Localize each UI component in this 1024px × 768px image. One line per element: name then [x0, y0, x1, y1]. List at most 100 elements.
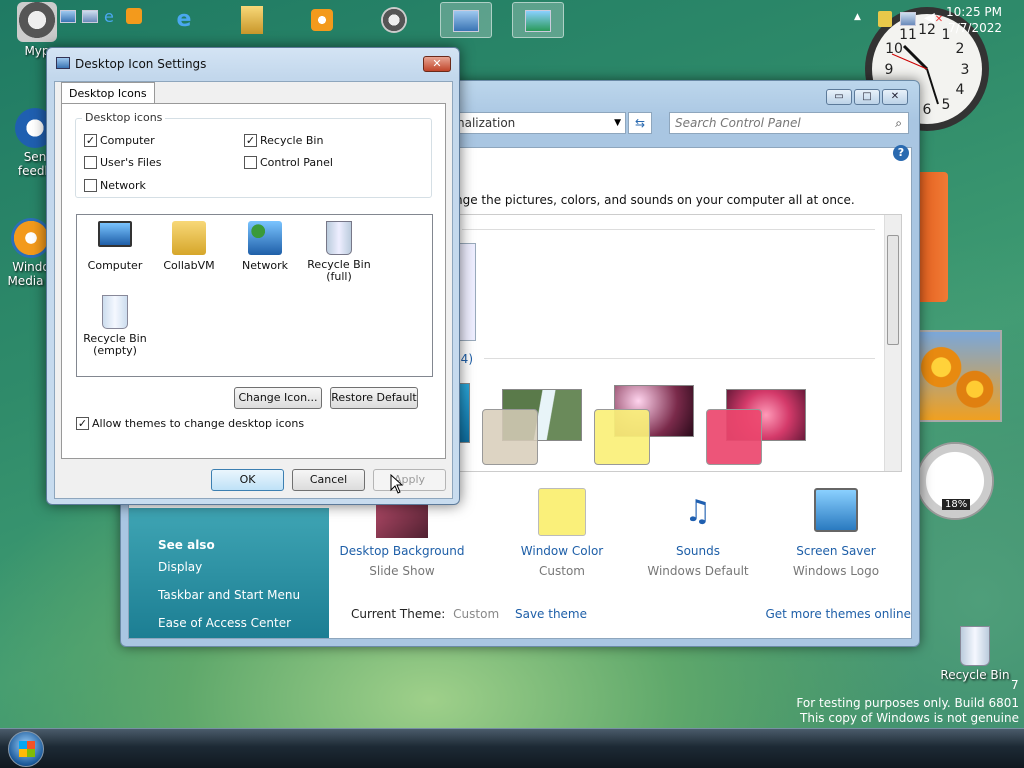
desktop-icon-recycle-bin[interactable]: Recycle Bin	[940, 626, 1010, 682]
refresh-button[interactable]: ⇆	[628, 112, 652, 134]
recycle-bin-full-icon	[326, 221, 352, 255]
cpu-meter-gadget[interactable]: 18%	[916, 442, 994, 520]
apply-button[interactable]: Apply	[373, 469, 446, 491]
taskbar-clock[interactable]: 10:25 PM 7/7/2022	[946, 4, 1002, 36]
tray-network-icon[interactable]	[900, 12, 916, 26]
clock-number-11: 11	[899, 27, 917, 43]
see-also-heading: See also	[158, 538, 215, 552]
close-button[interactable]: ✕	[882, 89, 908, 105]
show-hidden-icons-icon[interactable]: ▲	[854, 12, 861, 22]
save-theme-link[interactable]: Save theme	[515, 607, 587, 621]
taskbar-ie-icon[interactable]: e	[162, 2, 206, 38]
change-icon-button[interactable]: Change Icon...	[234, 387, 322, 409]
maximize-button[interactable]: □	[854, 89, 880, 105]
quicklaunch-show-desktop-icon[interactable]	[60, 10, 76, 23]
screen-saver-item[interactable]: Screen Saver Windows Logo	[771, 488, 901, 578]
clock-number-6: 6	[923, 102, 932, 118]
checkbox-unchecked-icon	[84, 156, 97, 169]
dialog-close-button[interactable]: ✕	[423, 56, 451, 72]
clock-number-2: 2	[956, 41, 965, 57]
computer-checkbox[interactable]: ✓ Computer	[84, 134, 155, 147]
quicklaunch-ie-icon[interactable]: e	[104, 7, 114, 26]
see-also-taskbar-link[interactable]: Taskbar and Start Menu	[158, 588, 329, 602]
windows-logo-icon	[19, 741, 35, 757]
intro-text: nge the pictures, colors, and sounds on …	[455, 193, 855, 207]
theme-swatch-1[interactable]	[482, 409, 538, 465]
theme-swatch-3[interactable]	[706, 409, 762, 465]
tray-security-icon[interactable]	[878, 11, 892, 27]
tray-volume-icon[interactable]: ◀✕	[924, 10, 943, 26]
divider	[462, 229, 875, 230]
recycle-bin-icon	[960, 626, 990, 666]
cancel-button[interactable]: Cancel	[292, 469, 365, 491]
checkbox-checked-icon: ✓	[244, 134, 257, 147]
theme-list: (4)	[455, 214, 902, 472]
quicklaunch-media-player-icon[interactable]	[126, 8, 142, 24]
raccoon-icon	[17, 2, 57, 42]
taskbar-explorer-icon[interactable]	[230, 2, 274, 38]
list-item-computer[interactable]: Computer	[79, 221, 151, 272]
user-folder-icon	[172, 221, 206, 255]
theme-swatch-2[interactable]	[594, 409, 650, 465]
recycle-bin-empty-icon	[102, 295, 128, 329]
current-theme-row: Current Theme: Custom Save theme Get mor…	[351, 607, 911, 621]
desktop-icons-group-label: Desktop icons	[82, 111, 166, 124]
list-item-network[interactable]: Network	[229, 221, 301, 272]
list-item-collabvm[interactable]: CollabVM	[153, 221, 225, 272]
desktop-watermark-number: 7	[1011, 678, 1019, 692]
list-item-recycle-bin-empty[interactable]: Recycle Bin (empty)	[79, 295, 151, 357]
clock-number-3: 3	[961, 62, 970, 78]
desktop-watermark: For testing purposes only. Build 6801 Th…	[796, 696, 1019, 725]
search-icon[interactable]: ⌕	[895, 113, 902, 133]
users-files-checkbox[interactable]: User's Files	[84, 156, 161, 169]
computer-icon	[98, 221, 132, 247]
icon-list: Computer CollabVM Network Recycle Bin (f…	[76, 214, 433, 377]
search-input[interactable]: Search Control Panel ⌕	[669, 112, 909, 134]
mouse-pointer-icon	[390, 474, 404, 494]
dialog-title: Desktop Icon Settings	[75, 57, 207, 71]
window-color-item[interactable]: Window Color Custom	[497, 488, 627, 578]
start-button[interactable]	[8, 731, 44, 767]
network-checkbox[interactable]: Network	[84, 179, 146, 192]
taskbar-media-player-icon[interactable]	[300, 2, 344, 38]
control-panel-checkbox[interactable]: Control Panel	[244, 156, 333, 169]
dropdown-arrow-icon[interactable]: ▼	[614, 113, 621, 133]
slideshow-gadget[interactable]	[914, 330, 1002, 422]
media-player-icon	[11, 218, 51, 258]
scrollbar[interactable]	[884, 215, 901, 471]
address-bar[interactable]: nalization ▼	[451, 112, 626, 134]
desktop-icon-settings-dialog: Desktop Icon Settings ✕ Desktop Icons De…	[46, 47, 460, 505]
restore-default-button[interactable]: Restore Default	[330, 387, 418, 409]
help-icon[interactable]: ?	[893, 145, 909, 161]
checkbox-checked-icon: ✓	[84, 134, 97, 147]
checkbox-unchecked-icon	[84, 179, 97, 192]
checkbox-checked-icon: ✓	[76, 417, 89, 430]
clock-number-9: 9	[885, 62, 894, 78]
minimize-button[interactable]: ▭	[826, 89, 852, 105]
taskbar-desktop-icon-settings[interactable]	[440, 2, 492, 38]
clock-number-5: 5	[942, 97, 951, 113]
see-also-ease-link[interactable]: Ease of Access Center	[158, 616, 329, 630]
clock-number-4: 4	[956, 82, 965, 98]
checkbox-unchecked-icon	[244, 156, 257, 169]
see-also-panel: See also Display Taskbar and Start Menu …	[129, 508, 329, 638]
list-item-recycle-bin-full[interactable]: Recycle Bin (full)	[303, 221, 375, 283]
allow-themes-checkbox[interactable]: ✓ Allow themes to change desktop icons	[76, 417, 304, 430]
taskbar-raccoon-icon[interactable]	[372, 2, 416, 38]
see-also-display-link[interactable]: Display	[158, 560, 329, 574]
sounds-item[interactable]: ♫ Sounds Windows Default	[633, 488, 763, 578]
taskbar	[0, 728, 1024, 768]
window-color-icon	[538, 488, 586, 536]
get-more-themes-link[interactable]: Get more themes online	[765, 607, 911, 621]
dialog-app-icon	[56, 57, 70, 69]
dialog-body: Desktop Icons Desktop icons ✓ Computer ✓ R…	[54, 81, 453, 499]
sounds-icon: ♫	[684, 494, 712, 529]
cpu-meter-value: 18%	[942, 499, 971, 510]
ok-button[interactable]: OK	[211, 469, 284, 491]
recycle-bin-checkbox[interactable]: ✓ Recycle Bin	[244, 134, 323, 147]
divider	[484, 358, 875, 359]
quicklaunch-switch-windows-icon[interactable]	[82, 10, 98, 23]
taskbar-personalization[interactable]	[512, 2, 564, 38]
tab-desktop-icons[interactable]: Desktop Icons	[61, 82, 155, 104]
screen-saver-icon	[814, 488, 858, 532]
